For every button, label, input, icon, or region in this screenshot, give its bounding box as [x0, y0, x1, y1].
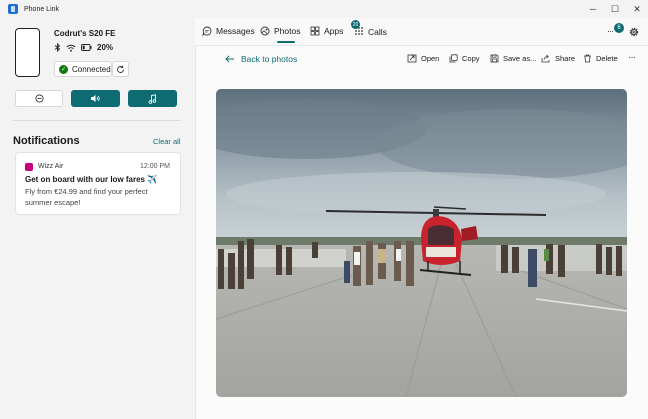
open-label: Open [421, 54, 440, 63]
trash-icon [584, 54, 591, 63]
tab-photos[interactable]: Photos [260, 26, 300, 36]
more-options-badge: 6 [614, 23, 624, 33]
connection-status-button[interactable]: ✓ Connected [54, 61, 112, 77]
open-icon [407, 54, 417, 63]
notification-card[interactable]: Wizz Air 12:00 PM Get on board with our … [15, 152, 181, 215]
speaker-icon [91, 95, 100, 102]
notification-app-name: Wizz Air [38, 163, 64, 170]
minimize-button[interactable]: ─ [582, 0, 604, 18]
photo-icon [260, 26, 270, 36]
back-to-photos-label: Back to photos [241, 54, 298, 64]
divider [13, 120, 181, 121]
save-as-label: Save as... [503, 54, 537, 63]
phone-link-app-icon [8, 4, 18, 14]
device-name: Codrut's S20 FE [54, 29, 116, 38]
tab-calls-label: Calls [368, 27, 387, 37]
delete-label: Delete [596, 54, 618, 63]
delete-button[interactable]: Delete [583, 54, 618, 63]
battery-percentage: 20% [97, 43, 114, 52]
music-note-icon [148, 93, 157, 104]
apps-grid-icon [310, 26, 320, 36]
refresh-icon [117, 65, 124, 73]
do-not-disturb-icon [34, 94, 44, 103]
tab-apps[interactable]: Apps [310, 26, 343, 36]
wizz-air-app-icon [25, 163, 33, 171]
battery-icon [81, 44, 92, 51]
copy-label: Copy [462, 54, 480, 63]
tab-apps-label: Apps [324, 26, 344, 36]
share-label: Share [555, 54, 576, 63]
wifi-icon [66, 44, 76, 52]
copy-icon [449, 54, 458, 63]
share-icon [541, 54, 550, 63]
sound-mode-button[interactable] [71, 90, 120, 107]
tab-messages-label: Messages [216, 26, 255, 36]
check-circle-icon: ✓ [59, 64, 68, 74]
calls-badge: 20 [351, 20, 360, 29]
tab-bar: Messages Photos Apps 20 Calls ··· 6 [195, 18, 648, 45]
save-as-button[interactable]: Save as... [490, 54, 536, 63]
share-button[interactable]: Share [541, 54, 575, 63]
title-bar: Phone Link ─ ☐ ✕ [0, 0, 648, 18]
maximize-button[interactable]: ☐ [604, 0, 626, 18]
notifications-title: Notifications [13, 135, 80, 147]
media-control-button[interactable] [128, 90, 177, 107]
save-icon [490, 54, 499, 63]
window-title: Phone Link [24, 5, 60, 13]
helicopter-photo[interactable] [216, 89, 627, 397]
notification-heading: Get on board with our low fares ✈️ [25, 175, 158, 184]
refresh-button[interactable] [112, 61, 129, 77]
tab-calls[interactable]: 20 Calls [351, 20, 387, 38]
copy-button[interactable]: Copy [449, 54, 480, 63]
active-tab-indicator [277, 41, 295, 43]
arrow-left-icon [225, 55, 234, 63]
left-pane: Codrut's S20 FE 20% ✓ Connected Notifica… [0, 18, 195, 419]
back-to-photos-button[interactable]: Back to photos [225, 54, 297, 64]
main-pane: Messages Photos Apps 20 Calls ··· 6 Back… [195, 18, 648, 419]
gear-icon[interactable] [629, 27, 639, 37]
notification-time: 12:00 PM [140, 163, 170, 170]
message-icon [202, 26, 212, 36]
tab-messages[interactable]: Messages [202, 26, 255, 36]
do-not-disturb-button[interactable] [15, 90, 63, 107]
clear-all-link[interactable]: Clear all [153, 137, 181, 146]
notification-body: Fly from €24.99 and find your perfect su… [25, 187, 148, 207]
close-button[interactable]: ✕ [626, 0, 648, 18]
bluetooth-icon [54, 43, 61, 52]
phone-image [15, 28, 40, 77]
device-status: 20% [54, 43, 113, 52]
more-options-button[interactable]: ··· [607, 26, 614, 36]
connection-status-label: Connected [72, 64, 111, 74]
open-button[interactable]: Open [407, 54, 439, 63]
more-actions-button[interactable]: ··· [628, 52, 636, 63]
window-controls: ─ ☐ ✕ [582, 0, 648, 18]
tab-photos-label: Photos [274, 26, 301, 36]
